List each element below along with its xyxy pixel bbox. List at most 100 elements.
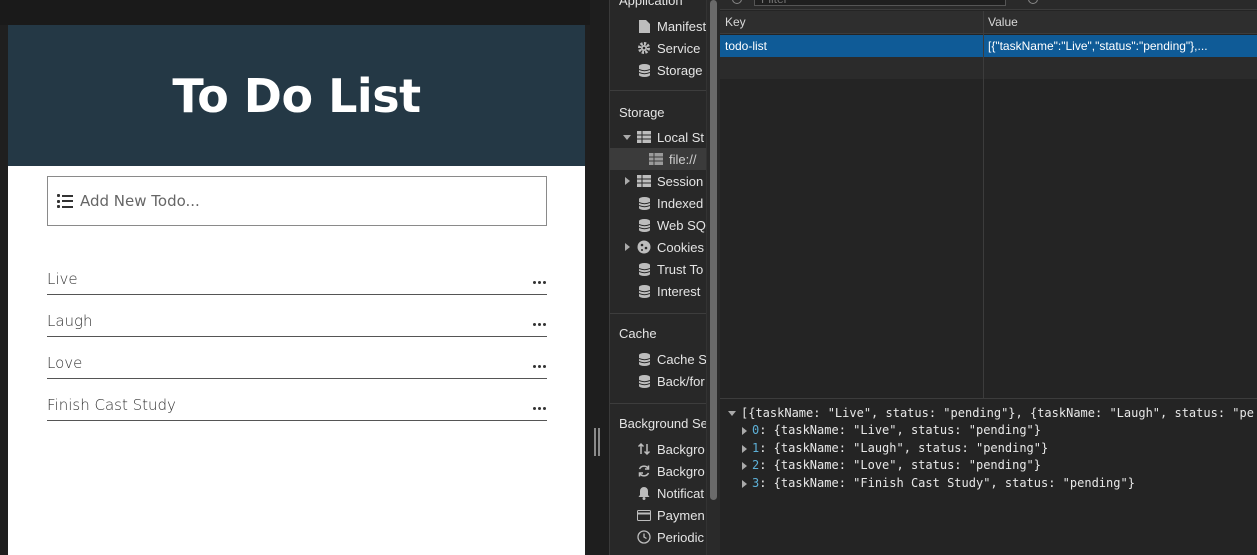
add-todo-input[interactable]: [80, 192, 510, 210]
expand-arrow-icon[interactable]: [742, 461, 747, 470]
arrows-updown-icon: [637, 442, 651, 456]
todo-item[interactable]: Live: [47, 253, 547, 295]
page-viewport: To Do List Live Laugh: [0, 0, 590, 555]
sidebar-item-web-sql[interactable]: Web SQ: [637, 214, 706, 236]
sidebar-item-label: Backgro: [657, 441, 705, 457]
filter-input[interactable]: [754, 0, 1006, 6]
sidebar-item-label: Trust To: [657, 261, 704, 277]
preview-item[interactable]: 3: {taskName: "Finish Cast Study", statu…: [742, 476, 1135, 490]
preview-item[interactable]: 0: {taskName: "Live", status: "pending"}: [742, 423, 1041, 437]
todo-item-text: Love: [47, 354, 83, 372]
database-icon: [637, 218, 651, 232]
database-icon: [637, 262, 651, 276]
sidebar-item-manifest[interactable]: Manifest: [637, 15, 706, 37]
column-divider[interactable]: [983, 11, 984, 398]
devtools-sidebar: Application Manifest Service Storage Sto…: [609, 0, 706, 555]
sidebar-item-label: Paymen: [657, 507, 705, 523]
todo-item-text: Finish Cast Study: [47, 396, 176, 414]
database-icon: [637, 63, 651, 77]
sidebar-item-label: Notificat: [657, 485, 704, 501]
expand-arrow-icon[interactable]: [623, 135, 631, 140]
expand-arrow-icon[interactable]: [625, 177, 630, 185]
list-icon: [57, 194, 73, 208]
section-divider: [610, 90, 706, 91]
sidebar-item-back-forward-cache[interactable]: Back/for: [637, 370, 705, 392]
more-options-icon[interactable]: [533, 407, 546, 410]
sync-icon: [637, 464, 651, 478]
preview-item-text: : {taskName: "Love", status: "pending"}: [759, 458, 1041, 472]
card-icon: [637, 508, 651, 522]
sidebar-item-session-storage[interactable]: Session: [625, 170, 703, 192]
sidebar-scrollbar[interactable]: [706, 0, 720, 555]
database-icon: [637, 196, 651, 210]
expand-arrow-icon[interactable]: [625, 243, 630, 251]
refresh-icon[interactable]: [732, 0, 742, 4]
table-header: Key Value: [720, 11, 1257, 34]
add-todo-field[interactable]: [47, 176, 547, 226]
sidebar-item-cache-storage[interactable]: Cache S: [637, 348, 706, 370]
sidebar-item-label: Cookies: [657, 239, 704, 255]
sidebar-item-indexeddb[interactable]: Indexed: [637, 192, 703, 214]
grid-icon: [637, 174, 651, 188]
clock-icon: [637, 530, 651, 544]
todo-item[interactable]: Laugh: [47, 295, 547, 337]
section-header-storage: Storage: [619, 105, 665, 120]
sidebar-item-service[interactable]: Service: [637, 37, 700, 59]
preview-item[interactable]: 2: {taskName: "Love", status: "pending"}: [742, 458, 1041, 472]
sidebar-item-label: Service: [657, 40, 701, 56]
preview-summary[interactable]: [{taskName: "Live", status: "pending"}, …: [728, 406, 1254, 420]
grid-icon: [649, 152, 663, 166]
sidebar-item-storage[interactable]: Storage: [637, 59, 703, 81]
clear-icon[interactable]: [1028, 0, 1038, 4]
sidebar-item-background-sync[interactable]: Backgro: [637, 460, 705, 482]
table-row-empty[interactable]: [720, 57, 1257, 79]
sidebar-item-cookies[interactable]: Cookies: [625, 236, 704, 258]
preview-item[interactable]: 1: {taskName: "Laugh", status: "pending"…: [742, 441, 1048, 455]
sidebar-item-label: Storage: [657, 62, 703, 78]
preview-item-text: : {taskName: "Laugh", status: "pending"}: [759, 441, 1049, 455]
sidebar-item-local-storage[interactable]: Local St: [623, 126, 704, 148]
sidebar-item-label: Periodic: [657, 529, 704, 545]
file-icon: [637, 19, 651, 33]
storage-panel: Key Value todo-list [{"taskName":"Live",…: [720, 0, 1257, 555]
more-options-icon[interactable]: [533, 323, 546, 326]
todo-list: Live Laugh Love Finish Cast Study: [47, 253, 547, 421]
database-icon: [637, 284, 651, 298]
sidebar-item-label: Web SQ: [657, 217, 706, 233]
expand-arrow-icon[interactable]: [742, 479, 747, 488]
column-header-key[interactable]: Key: [725, 15, 746, 29]
row-key: todo-list: [725, 39, 768, 53]
sidebar-item-interest-groups[interactable]: Interest: [637, 280, 700, 302]
more-options-icon[interactable]: [533, 365, 546, 368]
table-row[interactable]: todo-list [{"taskName":"Live","status":"…: [720, 35, 1257, 57]
section-header-background-services: Background Se: [619, 416, 706, 431]
sidebar-item-background-fetch[interactable]: Backgro: [637, 438, 705, 460]
todo-item[interactable]: Finish Cast Study: [47, 379, 547, 421]
sidebar-item-label: file://: [669, 151, 697, 167]
sidebar-item-trust-tokens[interactable]: Trust To: [637, 258, 703, 280]
section-divider: [610, 403, 706, 404]
scrollbar-thumb[interactable]: [710, 0, 717, 500]
collapse-arrow-icon[interactable]: [728, 411, 736, 416]
todo-item[interactable]: Love: [47, 337, 547, 379]
database-icon: [637, 352, 651, 366]
sidebar-item-label: Cache S: [657, 351, 706, 367]
grid-icon: [637, 130, 651, 144]
section-header-application: Application: [619, 0, 683, 8]
more-options-icon[interactable]: [533, 281, 546, 284]
sidebar-item-periodic-sync[interactable]: Periodic: [637, 526, 704, 548]
preview-item-text: : {taskName: "Live", status: "pending"}: [759, 423, 1041, 437]
value-preview: [{taskName: "Live", status: "pending"}, …: [720, 398, 1257, 555]
panel-splitter[interactable]: [590, 0, 609, 555]
todo-item-text: Live: [47, 270, 78, 288]
expand-arrow-icon[interactable]: [742, 426, 747, 435]
viewport-top-strip: [0, 0, 590, 25]
expand-arrow-icon[interactable]: [742, 444, 747, 453]
drag-handle-icon[interactable]: [594, 428, 600, 456]
sidebar-item-file-origin[interactable]: file://: [610, 148, 706, 170]
preview-summary-text: [{taskName: "Live", status: "pending"}, …: [741, 406, 1254, 420]
section-header-cache: Cache: [619, 326, 657, 341]
sidebar-item-notifications[interactable]: Notificat: [637, 482, 704, 504]
column-header-value[interactable]: Value: [988, 15, 1018, 29]
sidebar-item-payment-handler[interactable]: Paymen: [637, 504, 705, 526]
